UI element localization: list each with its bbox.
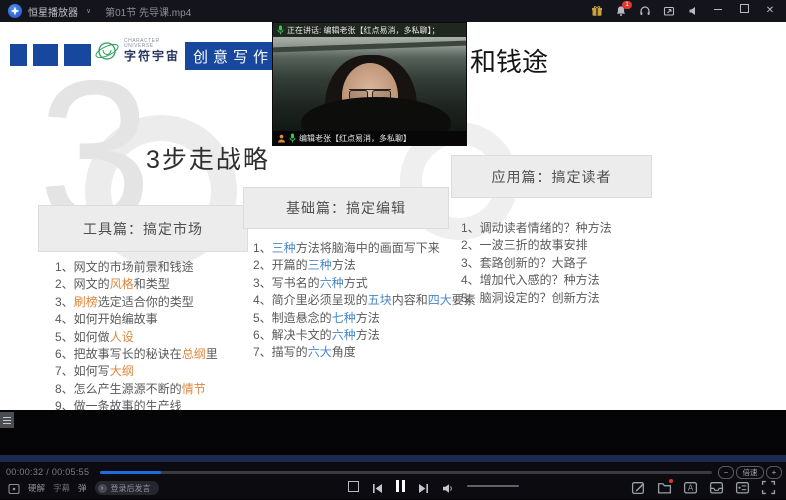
chevron-down-icon[interactable]: ∨ — [86, 7, 91, 15]
danmaku-toggle[interactable]: 弹 — [78, 482, 87, 494]
section-list: 1、三种方法将脑海中的画面写下来2、开篇的三种方法3、写书名的六种方式4、简介里… — [253, 240, 476, 362]
hardware-decode-toggle[interactable]: 硬解 — [28, 482, 45, 494]
minimize-button[interactable] — [710, 4, 726, 18]
video-file-name: 第01节 先导课.mp4 — [105, 4, 191, 19]
display-mode-icon[interactable] — [8, 482, 20, 494]
brand-block — [64, 44, 91, 66]
speed-label[interactable]: 倍速 — [736, 466, 764, 479]
volume-slider[interactable] — [467, 485, 519, 487]
maximize-button[interactable] — [736, 4, 752, 18]
close-button[interactable]: ✕ — [762, 4, 778, 18]
login-pill-label: 登录后发言 — [111, 483, 151, 494]
progress-bar[interactable] — [100, 471, 712, 474]
section-header: 工具篇：搞定市场 — [38, 205, 248, 252]
webcam-overlay: 正在讲话: 编辑老张【红点易消，多私聊】； 编辑老张【红点易消，多私聊】 — [272, 22, 467, 146]
speaking-text: 正在讲话: 编辑老张【红点易消，多私聊】； — [287, 25, 439, 36]
section-header: 应用篇：搞定读者 — [451, 155, 652, 198]
previous-button[interactable] — [372, 481, 383, 492]
list-item: 1、网文的市场前景和钱途 — [55, 259, 218, 276]
speaker-name: 编辑老张【红点易消，多私聊】 — [299, 133, 411, 144]
brand-cn: 字符宇宙 — [124, 50, 180, 63]
bottom-left-cluster: 硬解 字幕 弹 › 登录后发言 — [8, 481, 159, 495]
login-to-chat-button[interactable]: › 登录后发言 — [95, 481, 159, 495]
mute-icon[interactable] — [686, 4, 700, 18]
app-name[interactable]: 恒星播放器 — [28, 4, 78, 19]
titlebar-actions: 1 ✕ — [590, 4, 778, 18]
list-item: 5、如何做人设 — [55, 329, 218, 346]
subtitle-toggle[interactable]: 字幕 — [53, 482, 70, 494]
brand-logo: CHARACTER UNIVERSE 字符宇宙 — [94, 38, 180, 64]
speed-control: − 倍速 + — [718, 466, 782, 479]
list-item: 7、如何写大纲 — [55, 363, 218, 380]
brand-block — [10, 44, 27, 66]
edit-icon[interactable] — [631, 480, 646, 495]
inbox-icon[interactable] — [709, 480, 724, 495]
list-item: 3、写书名的六种方式 — [253, 275, 476, 292]
bottom-right-icons: A — [631, 480, 776, 495]
section-list: 1、网文的市场前景和钱途2、网文的风格和类型3、刷榜选定适合你的类型4、如何开始… — [55, 259, 218, 410]
brand-block — [33, 44, 58, 66]
list-item: 6、解决卡文的六种方法 — [253, 327, 476, 344]
page-title: 和钱途 — [470, 42, 548, 79]
list-item: 4、增加代入感的？种方法 — [461, 272, 612, 289]
chevron-right-icon: › — [98, 484, 107, 493]
list-item: 6、把故事写长的秘诀在总纲里 — [55, 346, 218, 363]
mic-icon — [277, 25, 284, 35]
player-controls: 00:00:32 / 00:05:55 − 倍速 + 硬解 字幕 弹 › 登录后… — [0, 462, 786, 499]
speaker-name-bar: 编辑老张【红点易消，多私聊】 — [273, 131, 466, 145]
pause-button[interactable] — [396, 480, 405, 492]
time-display: 00:00:32 / 00:05:55 — [6, 467, 89, 477]
app-logo-icon — [8, 4, 22, 18]
next-button[interactable] — [418, 481, 429, 492]
progress-fill — [100, 471, 161, 474]
letterbox-band — [0, 410, 786, 455]
side-panel-handle[interactable] — [0, 412, 14, 428]
person-icon — [277, 134, 286, 143]
section-header: 基础篇：搞定编辑 — [243, 187, 449, 229]
list-item: 1、三种方法将脑海中的画面写下来 — [253, 240, 476, 257]
playlist-icon[interactable] — [735, 480, 750, 495]
list-item: 5、制造悬念的七种方法 — [253, 310, 476, 327]
section-list: 1、调动读者情绪的？种方法2、一波三折的故事安排3、套路创新的？大路子4、增加代… — [461, 220, 612, 307]
list-item: 3、刷榜选定适合你的类型 — [55, 294, 218, 311]
webcam-video — [273, 37, 466, 131]
gift-icon[interactable] — [590, 4, 604, 18]
svg-text:A: A — [688, 484, 694, 493]
bell-icon[interactable]: 1 — [614, 4, 628, 18]
list-item: 4、简介里必须呈现的五块内容和四大要素 — [253, 292, 476, 309]
stop-button[interactable] — [348, 481, 359, 492]
screenshot-icon[interactable] — [662, 4, 676, 18]
list-item: 2、开篇的三种方法 — [253, 257, 476, 274]
speed-decrease-button[interactable]: − — [718, 466, 734, 479]
slide-headline: 3步走战略 — [146, 140, 270, 176]
list-item: 7、描写的六大角度 — [253, 344, 476, 361]
notification-badge: 1 — [622, 1, 632, 9]
course-tag: 创意写作 — [185, 42, 281, 70]
list-item: 9、做一条故事的生产线 — [55, 398, 218, 410]
mic-icon — [289, 133, 296, 143]
folder-icon[interactable] — [657, 480, 672, 495]
volume-icon[interactable] — [442, 481, 454, 492]
fullscreen-icon[interactable] — [761, 480, 776, 495]
transport-controls — [348, 480, 519, 492]
speed-increase-button[interactable]: + — [766, 466, 782, 479]
subtitle-icon[interactable]: A — [683, 480, 698, 495]
list-item: 4、如何开始编故事 — [55, 311, 218, 328]
speaking-banner: 正在讲话: 编辑老张【红点易消，多私聊】； — [273, 23, 466, 37]
update-dot — [669, 479, 673, 483]
globe-icon — [94, 38, 120, 64]
list-item: 3、套路创新的？大路子 — [461, 255, 612, 272]
list-item: 1、调动读者情绪的？种方法 — [461, 220, 612, 237]
list-item: 8、怎么产生源源不断的情节 — [55, 381, 218, 398]
titlebar: 恒星播放器 ∨ 第01节 先导课.mp4 1 ✕ — [0, 0, 786, 22]
list-item: 2、网文的风格和类型 — [55, 276, 218, 293]
headset-icon[interactable] — [638, 4, 652, 18]
list-item: 2、一波三折的故事安排 — [461, 237, 612, 254]
list-item: 5、脑洞设定的？创新方法 — [461, 290, 612, 307]
